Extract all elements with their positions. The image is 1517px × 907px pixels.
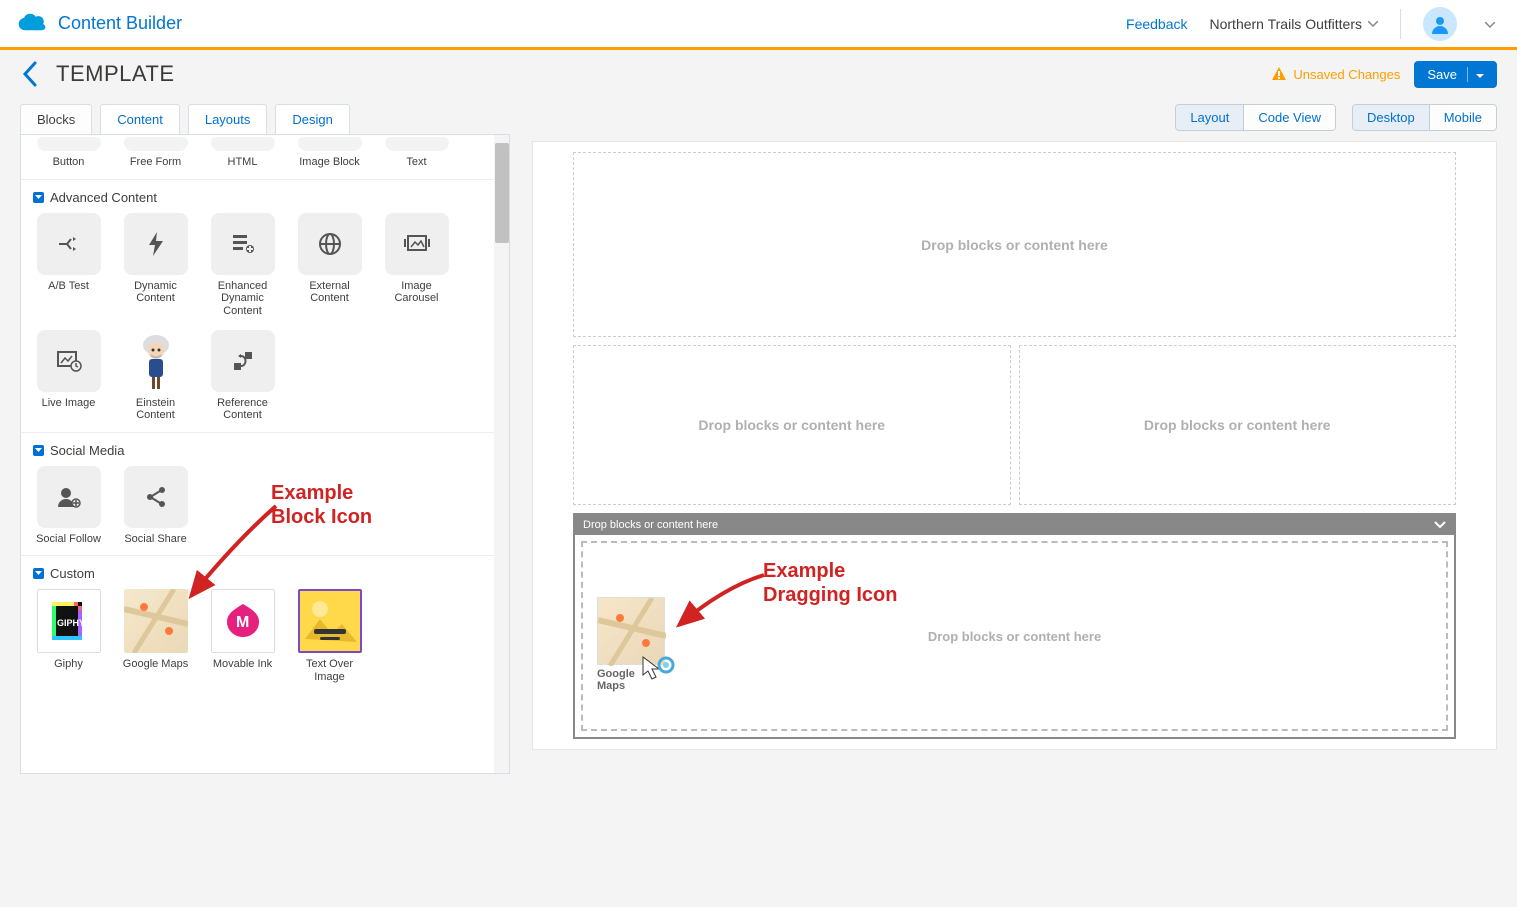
back-button[interactable] — [20, 60, 42, 88]
block-image-block[interactable]: Image Block — [292, 137, 367, 169]
block-html[interactable]: HTML — [205, 137, 280, 169]
page-title: TEMPLATE — [56, 61, 175, 87]
dropzone-full[interactable]: Drop blocks or content here — [573, 152, 1456, 337]
carousel-icon — [403, 234, 431, 254]
block-free-form[interactable]: Free Form — [118, 137, 193, 169]
dropzone-header: Drop blocks or content here — [575, 515, 1454, 535]
toggle-mobile[interactable]: Mobile — [1429, 105, 1496, 130]
dropzone-half-right[interactable]: Drop blocks or content here — [1019, 345, 1457, 505]
tab-design[interactable]: Design — [275, 104, 349, 134]
chevron-down-icon[interactable] — [1434, 521, 1446, 529]
list-plus-icon — [231, 233, 255, 255]
save-button[interactable]: Save — [1414, 61, 1497, 88]
block-dynamic-content[interactable]: Dynamic Content — [118, 213, 193, 318]
section-social-media[interactable]: Social Media — [21, 432, 509, 466]
block-enhanced-dynamic-content[interactable]: Enhanced Dynamic Content — [205, 213, 280, 318]
block-button[interactable]: Button — [31, 137, 106, 169]
overflow-menu[interactable] — [1479, 16, 1501, 31]
toggle-desktop[interactable]: Desktop — [1353, 105, 1429, 130]
globe-icon — [318, 232, 342, 256]
feedback-link[interactable]: Feedback — [1126, 16, 1187, 32]
warning-icon — [1271, 66, 1287, 82]
user-plus-icon — [56, 485, 82, 509]
cursor-icon — [641, 655, 675, 683]
topbar: Content Builder Feedback Northern Trails… — [0, 0, 1517, 50]
block-movable-ink[interactable]: MMovable Ink — [205, 589, 280, 683]
bolt-icon — [146, 231, 166, 257]
divider — [1400, 9, 1401, 39]
block-social-follow[interactable]: Social Follow — [31, 466, 106, 546]
collapse-icon — [33, 192, 44, 203]
app-title: Content Builder — [58, 13, 182, 34]
block-palette: Button Free Form HTML Image Block Text A… — [20, 134, 510, 774]
map-icon — [124, 589, 188, 653]
annotation-dragging-icon: Example Dragging Icon — [763, 559, 897, 607]
block-image-carousel[interactable]: Image Carousel — [379, 213, 454, 318]
movable-ink-icon: M — [221, 601, 265, 641]
actionbar: TEMPLATE Unsaved Changes Save — [0, 50, 1517, 92]
tab-content[interactable]: Content — [100, 104, 180, 134]
editor-tabs: Blocks Content Layouts Design — [20, 104, 510, 134]
ab-test-icon — [56, 233, 82, 255]
block-live-image[interactable]: Live Image — [31, 330, 106, 422]
scrollbar[interactable] — [494, 135, 509, 773]
einstein-icon — [133, 331, 179, 391]
canvas: Drop blocks or content here Drop blocks … — [532, 141, 1497, 750]
org-switcher[interactable]: Northern Trails Outfitters — [1210, 16, 1379, 32]
text-over-image-icon — [300, 591, 360, 651]
block-einstein-content[interactable]: Einstein Content — [118, 330, 193, 422]
salesforce-cloud-icon — [16, 13, 48, 35]
block-reference-content[interactable]: Reference Content — [205, 330, 280, 422]
save-dropdown-caret[interactable] — [1467, 67, 1484, 82]
view-toggles: Layout Code View Desktop Mobile — [532, 104, 1497, 131]
avatar[interactable] — [1423, 7, 1457, 41]
reference-icon — [231, 349, 255, 373]
block-google-maps[interactable]: Google Maps — [118, 589, 193, 683]
svg-text:GIPHY: GIPHY — [57, 618, 85, 628]
tab-layouts[interactable]: Layouts — [188, 104, 268, 134]
scrollbar-thumb[interactable] — [495, 143, 509, 243]
section-custom[interactable]: Custom — [21, 555, 509, 589]
org-name: Northern Trails Outfitters — [1210, 16, 1363, 32]
collapse-icon — [33, 445, 44, 456]
toggle-layout[interactable]: Layout — [1176, 105, 1243, 130]
user-icon — [1430, 14, 1450, 34]
block-external-content[interactable]: External Content — [292, 213, 367, 318]
dropzone-active[interactable]: Drop blocks or content here Drop blocks … — [573, 513, 1456, 739]
dropzone-body[interactable]: Drop blocks or content here Google Maps … — [581, 541, 1448, 731]
collapse-icon — [33, 568, 44, 579]
svg-text:M: M — [236, 614, 249, 631]
giphy-icon: GIPHY — [44, 596, 94, 646]
block-ab-test[interactable]: A/B Test — [31, 213, 106, 318]
image-clock-icon — [56, 350, 82, 372]
toggle-code-view[interactable]: Code View — [1243, 105, 1335, 130]
share-icon — [144, 485, 168, 509]
block-text[interactable]: Text — [379, 137, 454, 169]
section-advanced-content[interactable]: Advanced Content — [21, 179, 509, 213]
tab-blocks[interactable]: Blocks — [20, 104, 92, 134]
chevron-down-icon — [1485, 22, 1495, 28]
arrow-icon — [669, 567, 769, 637]
block-social-share[interactable]: Social Share — [118, 466, 193, 546]
block-text-over-image[interactable]: Text Over Image — [292, 589, 367, 683]
chevron-down-icon — [1368, 21, 1378, 27]
unsaved-warning: Unsaved Changes — [1271, 66, 1400, 82]
dropzone-half-left[interactable]: Drop blocks or content here — [573, 345, 1011, 505]
block-giphy[interactable]: GIPHYGiphy — [31, 589, 106, 683]
